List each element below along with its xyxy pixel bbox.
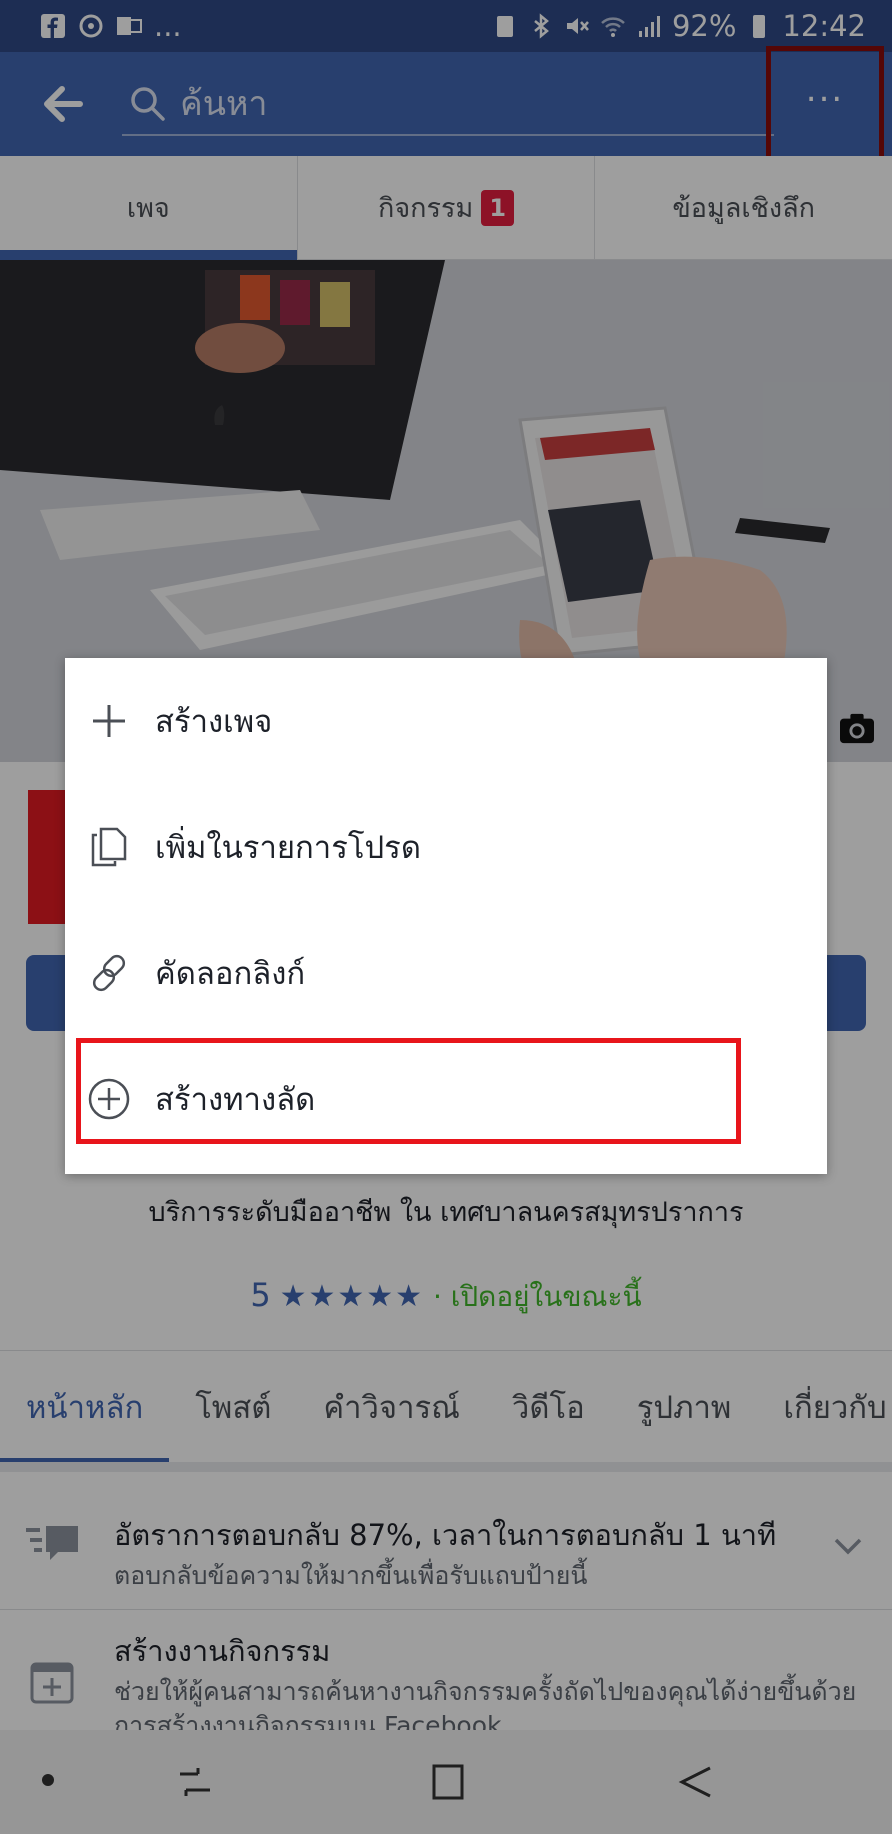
plus-icon — [93, 705, 125, 737]
copy-icon — [91, 827, 127, 867]
menu-item-create-page[interactable]: สร้างเพจ — [65, 658, 827, 784]
menu-item-label: สร้างเพจ — [155, 704, 273, 740]
link-icon — [92, 954, 126, 992]
menu-item-add-favorites[interactable]: เพิ่มในรายการโปรด — [65, 784, 827, 910]
menu-item-copy-link[interactable]: คัดลอกลิงก์ — [65, 910, 827, 1036]
highlight-box — [76, 1038, 741, 1144]
menu-item-label: คัดลอกลิงก์ — [155, 956, 306, 992]
menu-item-label: เพิ่มในรายการโปรด — [155, 830, 421, 866]
